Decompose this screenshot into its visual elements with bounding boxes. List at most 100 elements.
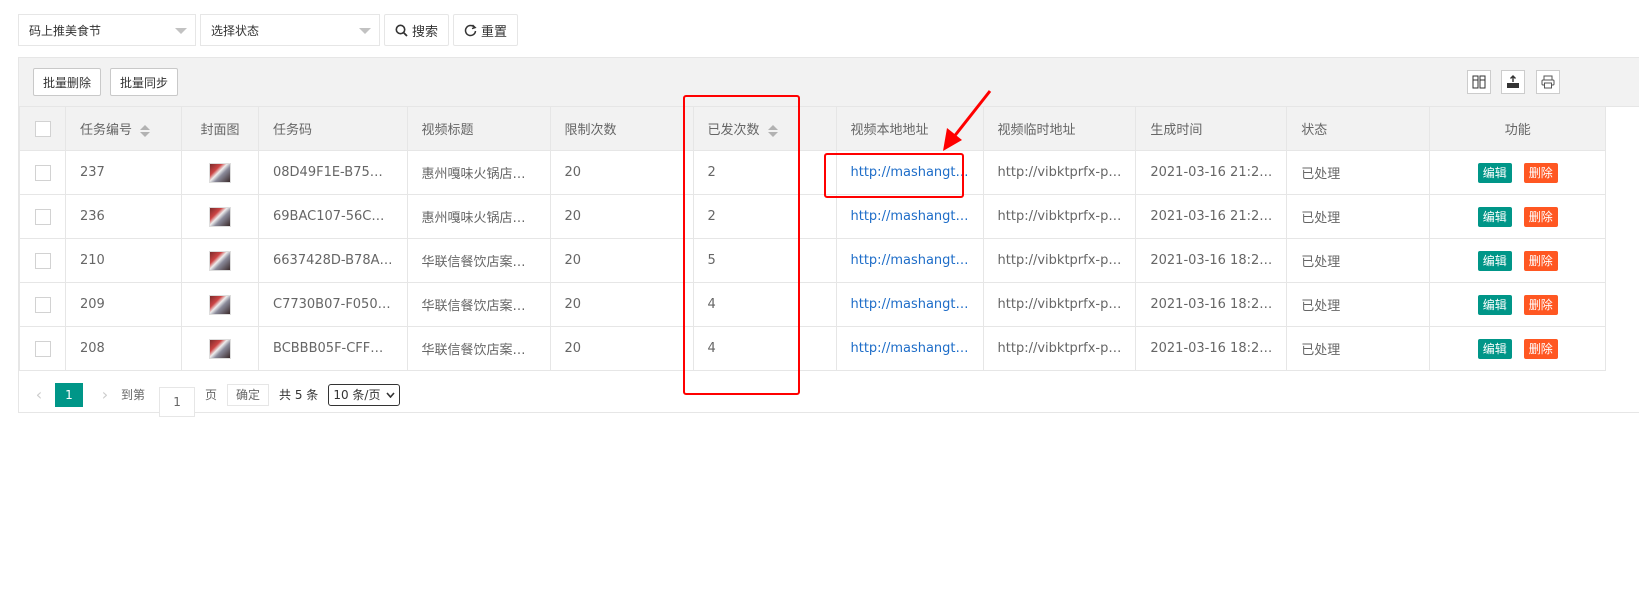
cell-created-time: 2021-03-16 21:2… — [1135, 150, 1288, 195]
row-checkbox[interactable] — [34, 208, 51, 225]
cell-status: 已处理 — [1286, 238, 1431, 283]
refresh-icon — [464, 23, 477, 36]
local-url-link[interactable]: http://mashangt… — [851, 209, 969, 224]
cover-thumbnail[interactable] — [209, 162, 231, 183]
chevron-down-icon — [175, 28, 187, 34]
cell-video-title: 惠州嘎味火锅店… — [406, 194, 551, 239]
print-icon[interactable] — [1536, 70, 1560, 94]
page-size-select[interactable]: 10 条/页 — [328, 383, 401, 406]
cell-limit: 20 — [549, 238, 694, 283]
header-status: 状态 — [1286, 106, 1431, 151]
table-row: 209 C7730B07-F050… 华联信餐饮店案… 20 4 http://… — [19, 282, 1607, 327]
prev-page-icon[interactable]: ‹ — [29, 385, 49, 405]
batch-delete-button[interactable]: 批量删除 — [33, 68, 102, 96]
delete-button[interactable]: 删除 — [1523, 162, 1558, 183]
delete-button[interactable]: 删除 — [1523, 250, 1558, 271]
reset-button-label: 重置 — [481, 24, 508, 40]
search-button[interactable]: 搜索 — [384, 14, 450, 46]
table-row: 210 6637428D-B78A… 华联信餐饮店案… 20 5 http://… — [19, 238, 1607, 283]
cell-temp-url: http://vibktprfx-p… — [982, 150, 1137, 195]
cell-created-time: 2021-03-16 18:2… — [1135, 326, 1288, 371]
reset-button[interactable]: 重置 — [453, 14, 519, 46]
cell-task-id: 209 — [65, 282, 182, 327]
page-label: 页 — [205, 388, 218, 402]
cell-status: 已处理 — [1286, 282, 1431, 327]
cell-task-code: BCBBB05F-CFF… — [258, 326, 408, 371]
row-checkbox[interactable] — [34, 340, 51, 357]
cell-limit: 20 — [549, 282, 694, 327]
search-button-label: 搜索 — [412, 24, 439, 40]
batch-sync-button[interactable]: 批量同步 — [110, 68, 179, 96]
delete-button[interactable]: 删除 — [1523, 206, 1558, 227]
cell-temp-url: http://vibktprfx-p… — [982, 282, 1137, 327]
columns-icon[interactable] — [1467, 70, 1491, 94]
cell-temp-url: http://vibktprfx-p… — [982, 326, 1137, 371]
edit-button[interactable]: 编辑 — [1477, 162, 1512, 183]
local-url-link[interactable]: http://mashangt… — [851, 297, 969, 312]
header-cover: 封面图 — [181, 106, 259, 151]
cell-limit: 20 — [549, 326, 694, 371]
goto-page-input[interactable]: 1 — [159, 386, 196, 417]
current-page[interactable]: 1 — [55, 382, 83, 407]
cell-status: 已处理 — [1286, 194, 1431, 239]
category-select-value: 码上推美食节 — [29, 23, 102, 38]
edit-button[interactable]: 编辑 — [1477, 338, 1512, 359]
delete-button[interactable]: 删除 — [1523, 294, 1558, 315]
cell-task-id: 237 — [65, 150, 182, 195]
select-all-checkbox[interactable] — [34, 120, 51, 137]
header-temp-url: 视频临时地址 — [982, 106, 1137, 151]
header-video-title: 视频标题 — [406, 106, 551, 151]
edit-button[interactable]: 编辑 — [1477, 206, 1512, 227]
cell-status: 已处理 — [1286, 150, 1431, 195]
local-url-highlight — [824, 153, 964, 198]
edit-button[interactable]: 编辑 — [1477, 294, 1512, 315]
search-bar: 码上推美食节 选择状态 搜索 重置 — [18, 14, 519, 48]
search-icon — [395, 24, 408, 37]
table-toolbar: 批量删除 批量同步 — [19, 58, 1639, 107]
goto-label: 到第 — [121, 388, 146, 402]
cell-limit: 20 — [549, 150, 694, 195]
cell-task-id: 210 — [65, 238, 182, 283]
sort-icon[interactable] — [140, 124, 151, 137]
row-checkbox[interactable] — [34, 164, 51, 181]
confirm-button[interactable]: 确定 — [227, 383, 270, 406]
cell-task-id: 236 — [65, 194, 182, 239]
row-checkbox[interactable] — [34, 252, 51, 269]
cell-status: 已处理 — [1286, 326, 1431, 371]
cell-video-title: 华联信餐饮店案… — [406, 282, 551, 327]
cell-task-code: 6637428D-B78A… — [258, 238, 408, 283]
header-task-id[interactable]: 任务编号 — [65, 106, 182, 151]
cover-thumbnail[interactable] — [209, 338, 231, 359]
cover-thumbnail[interactable] — [209, 250, 231, 271]
header-actions: 功能 — [1429, 106, 1607, 151]
delete-button[interactable]: 删除 — [1523, 338, 1558, 359]
cover-thumbnail[interactable] — [209, 294, 231, 315]
chevron-down-icon — [386, 391, 396, 398]
next-page-icon[interactable]: › — [95, 385, 115, 405]
status-select-placeholder: 选择状态 — [211, 23, 260, 38]
cell-task-code: 69BAC107-56C… — [258, 194, 408, 239]
cell-task-id: 208 — [65, 326, 182, 371]
cell-created-time: 2021-03-16 18:2… — [1135, 238, 1288, 283]
page-size-value: 10 条/页 — [333, 388, 381, 402]
table-row: 236 69BAC107-56C… 惠州嘎味火锅店… 20 2 http://m… — [19, 194, 1607, 239]
local-url-link[interactable]: http://mashangt… — [851, 341, 969, 356]
status-select[interactable]: 选择状态 — [200, 14, 380, 46]
data-panel: 批量删除 批量同步 任务编号 封面图 任务码 视频标题 限制次数 已发次数 视频… — [18, 57, 1639, 417]
row-checkbox[interactable] — [34, 296, 51, 313]
export-icon[interactable] — [1501, 70, 1525, 94]
table-header-row: 任务编号 封面图 任务码 视频标题 限制次数 已发次数 视频本地地址 视频临时地… — [19, 106, 1607, 151]
cell-task-code: C7730B07-F050… — [258, 282, 408, 327]
sent-count-highlight — [683, 95, 800, 395]
task-table: 任务编号 封面图 任务码 视频标题 限制次数 已发次数 视频本地地址 视频临时地… — [19, 106, 1607, 371]
category-select[interactable]: 码上推美食节 — [18, 14, 196, 46]
header-limit: 限制次数 — [549, 106, 694, 151]
cell-video-title: 华联信餐饮店案… — [406, 238, 551, 283]
cover-thumbnail[interactable] — [209, 206, 231, 227]
table-row: 237 08D49F1E-B75… 惠州嘎味火锅店… 20 2 http://m… — [19, 150, 1607, 195]
cell-temp-url: http://vibktprfx-p… — [982, 194, 1137, 239]
cell-temp-url: http://vibktprfx-p… — [982, 238, 1137, 283]
edit-button[interactable]: 编辑 — [1477, 250, 1512, 271]
local-url-link[interactable]: http://mashangt… — [851, 253, 969, 268]
chevron-down-icon — [359, 28, 371, 34]
